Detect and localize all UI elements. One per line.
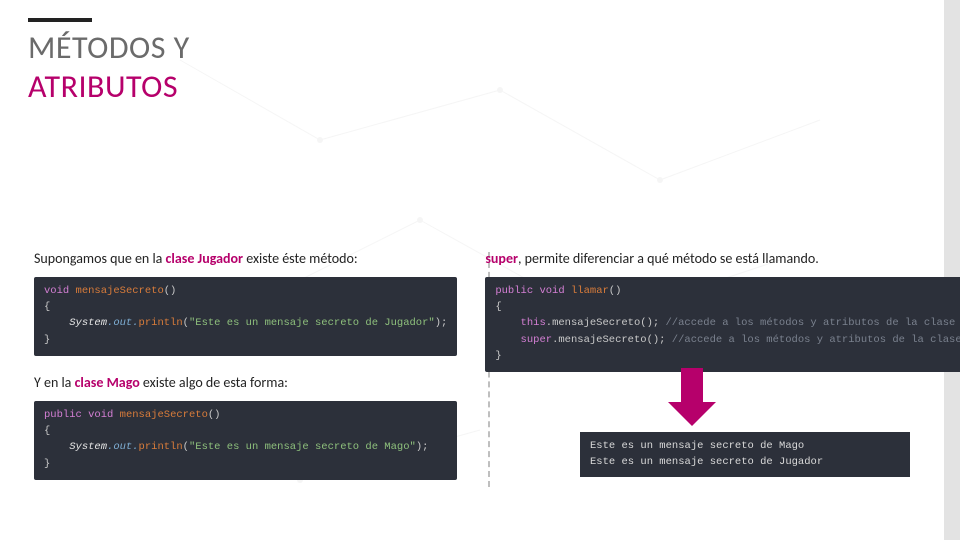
text: Y en la [34,374,75,391]
code-llamar: public void llamar() { this.mensajeSecre… [485,277,960,372]
highlight-super: super [485,250,518,267]
call-super: .mensajeSecreto(); [552,334,665,346]
comment-2: //accede a los métodos y atributos de la… [672,334,960,346]
right-para: super, permite diferenciar a qué método … [485,250,960,269]
left-para-2: Y en la clase Mago existe algo de esta f… [34,374,457,393]
cls-system: System [69,317,107,329]
mem-out: .out. [107,317,139,329]
kw-void: void [44,285,69,297]
highlight-jugador: clase Jugador [166,250,243,267]
fn-name: llamar [571,285,609,297]
left-para-1: Supongamos que en la clase Jugador exist… [34,250,457,269]
kw-super: super [521,334,553,346]
output-line-1: Este es un mensaje secreto de Mago [590,440,804,452]
kw-this: this [521,317,546,329]
call-this: .mensajeSecreto(); [546,317,659,329]
str-literal: "Este es un mensaje secreto de Jugador" [189,317,435,329]
title-rule [28,18,92,22]
kw-public: public [495,285,533,297]
mem-out: .out. [107,441,139,453]
kw-public: public [44,409,82,421]
title-line-2: ATRIBUTOS [28,67,190,106]
console-output: Este es un mensaje secreto de Mago Este … [580,432,910,477]
str-literal: "Este es un mensaje secreto de Mago" [189,441,416,453]
cls-system: System [69,441,107,453]
kw-void: void [539,285,564,297]
fn-println: println [139,317,183,329]
fn-name: mensajeSecreto [120,409,208,421]
text: existe algo de esta forma: [140,374,288,391]
text: existe éste método: [243,250,358,267]
code-jugador: void mensajeSecreto() { System.out.print… [34,277,457,356]
output-line-2: Este es un mensaje secreto de Jugador [590,456,823,468]
comment-1: //accede a los métodos y atributos de la… [666,317,960,329]
fn-name: mensajeSecreto [76,285,164,297]
slide-title: MÉTODOS Y ATRIBUTOS [28,18,190,106]
title-line-1: MÉTODOS Y [28,28,190,67]
text: Supongamos que en la [34,250,166,267]
left-column: Supongamos que en la clase Jugador exist… [34,250,457,480]
highlight-mago: clase Mago [75,374,140,391]
kw-void: void [88,409,113,421]
fn-println: println [139,441,183,453]
code-mago: public void mensajeSecreto() { System.ou… [34,401,457,480]
text: , permite diferenciar a qué método se es… [518,250,819,267]
